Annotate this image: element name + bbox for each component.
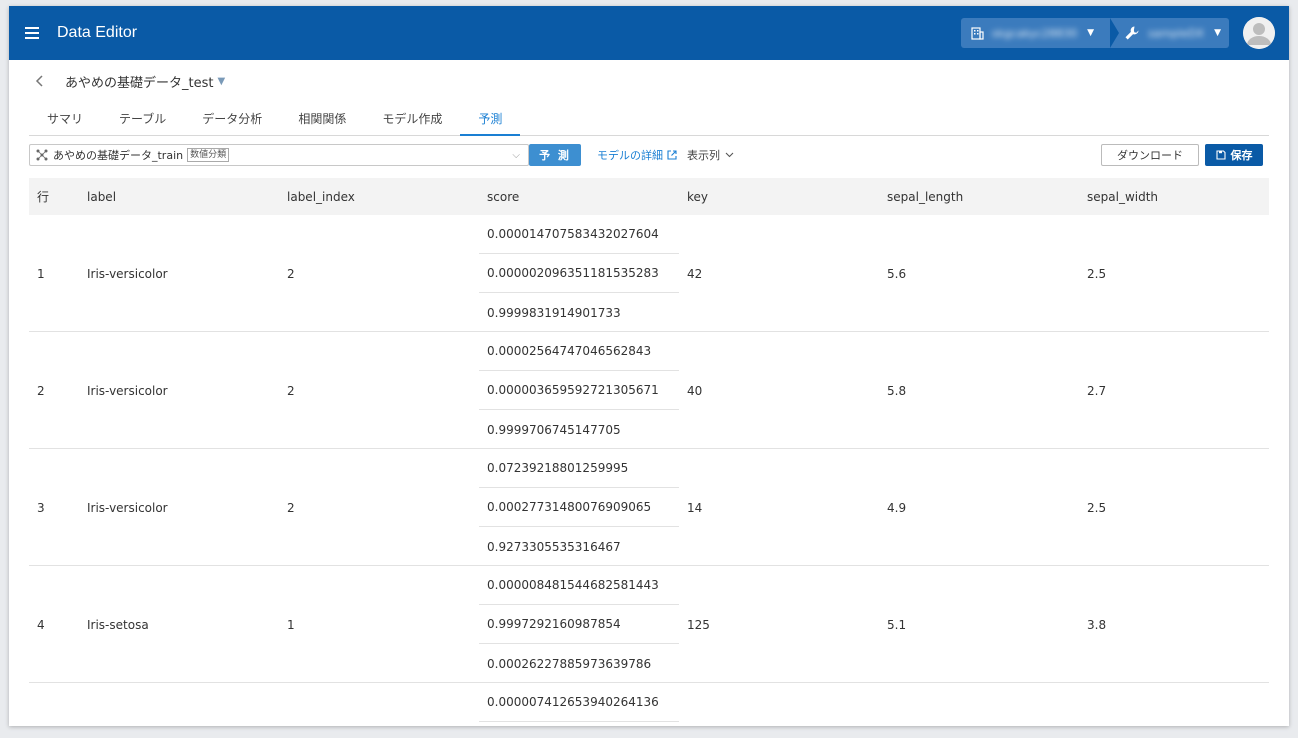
score-cell: 0.00002564747046562843 0.000003659592721… (479, 332, 679, 449)
dataset-title[interactable]: あやめの基礎データ_test (65, 72, 213, 91)
score-value: 0.9999831914901733 (487, 305, 621, 320)
tab-model-creation[interactable]: モデル作成 (364, 102, 460, 135)
project-selector[interactable]: sampleDX ▼ (1110, 18, 1229, 48)
label-cell: Iris-versicolor (87, 383, 168, 398)
sepal-length-cell: 5.1 (887, 617, 907, 632)
header-label-index[interactable]: label_index (287, 190, 355, 204)
floppy-disk-icon (1215, 150, 1226, 160)
model-detail-link[interactable]: モデルの詳細 (597, 147, 677, 163)
table-row[interactable]: 4 Iris-setosa 1 0.000008481544682581443 … (29, 566, 1269, 683)
table-row[interactable]: 0.0000074126539402641​36 (29, 683, 1269, 726)
app-header: Data Editor skgcakyc28830 ▼ sampleDX ▼ (9, 6, 1289, 60)
score-cell: 0.0000074126539402641​36 (479, 683, 679, 722)
score-value: 0.9273305535316467 (487, 539, 621, 554)
label-index-cell: 1 (287, 617, 295, 632)
tab-summary[interactable]: サマリ (29, 102, 101, 135)
score-value: 0.0000074126539402641​36 (479, 683, 679, 722)
save-label: 保存 (1230, 149, 1253, 162)
tab-table[interactable]: テーブル (101, 102, 184, 135)
header-score[interactable]: score (487, 190, 519, 204)
sepal-length-cell: 5.8 (887, 383, 907, 398)
tab-data-analysis[interactable]: データ分析 (184, 102, 280, 135)
label-index-cell: 2 (287, 266, 295, 281)
label-cell: Iris-versicolor (87, 266, 168, 281)
organization-name: skgcakyc28830 (991, 26, 1078, 40)
table-row[interactable]: 2 Iris-versicolor 2 0.000025647470465628… (29, 332, 1269, 449)
building-icon (971, 26, 984, 40)
tab-prediction[interactable]: 予測 (460, 102, 521, 136)
row-number: 2 (37, 383, 45, 398)
score-value: 0.000003659592721305671 (479, 371, 679, 410)
model-network-icon (36, 149, 48, 161)
score-value: 0.00026227885973639786 (487, 656, 652, 671)
model-select[interactable]: あやめの基礎データ_train 数値分類 ⌵ (29, 144, 529, 166)
row-number: 4 (37, 617, 45, 632)
score-value: 0.000002096351181535283 (479, 254, 679, 293)
row-number: 1 (37, 266, 45, 281)
tab-correlation[interactable]: 相関関係 (280, 102, 364, 135)
score-value: 0.000014707583432027604 (479, 215, 679, 254)
header-sepal-width[interactable]: sepal_width (1087, 190, 1158, 204)
tab-bar: サマリ テーブル データ分析 相関関係 モデル作成 予測 (29, 102, 1269, 136)
score-value: 0.00002564747046562843 (479, 332, 679, 371)
model-name: あやめの基礎データ_train (53, 149, 184, 162)
header-key[interactable]: key (687, 190, 708, 204)
score-value: 0.07239218801259995 (479, 449, 679, 488)
key-cell: 125 (687, 617, 710, 632)
breadcrumb: あやめの基礎データ_test ▼ (9, 60, 1289, 102)
project-name: sampleDX (1148, 26, 1205, 40)
predict-button[interactable]: 予 測 (529, 144, 581, 166)
app-window: Data Editor skgcakyc28830 ▼ sampleDX ▼ あ… (9, 6, 1289, 726)
score-value: 0.9999706745147705 (487, 422, 621, 437)
back-chevron-icon[interactable] (35, 74, 49, 88)
key-cell: 14 (687, 500, 703, 515)
prediction-toolbar: あやめの基礎データ_train 数値分類 ⌵ 予 測 モデルの詳細 表示列 ダウ… (9, 136, 1289, 174)
sepal-width-cell: 2.5 (1087, 500, 1107, 515)
score-value: 0.000008481544682581443 (479, 566, 679, 605)
wrench-icon (1125, 26, 1139, 40)
score-value: 0.9997292160987854 (479, 605, 679, 644)
prediction-table: 行 label label_index score key sepal_leng… (29, 178, 1269, 726)
table-header: 行 label label_index score key sepal_leng… (29, 178, 1269, 215)
score-cell: 0.000014707583432027604 0.00000209635118… (479, 215, 679, 332)
chevron-down-icon: ⌵ (512, 149, 520, 161)
user-avatar[interactable] (1243, 17, 1275, 49)
model-type-tag: 数値分類 (187, 148, 230, 162)
table-row[interactable]: 3 Iris-versicolor 2 0.07239218801259995 … (29, 449, 1269, 566)
score-value: 0.00027731480076909065 (479, 488, 679, 527)
columns-dropdown[interactable]: 表示列 (687, 147, 734, 163)
row-number: 3 (37, 500, 45, 515)
organization-selector[interactable]: skgcakyc28830 ▼ (960, 18, 1120, 48)
key-cell: 42 (687, 266, 703, 281)
caret-down-icon: ▼ (1214, 28, 1221, 38)
columns-label: 表示列 (687, 149, 720, 162)
header-row[interactable]: 行 (37, 188, 49, 205)
score-cell: 0.07239218801259995 0.000277314800769090… (479, 449, 679, 566)
save-button[interactable]: 保存 (1205, 144, 1263, 166)
label-cell: Iris-versicolor (87, 500, 168, 515)
app-title: Data Editor (57, 24, 138, 41)
sepal-width-cell: 3.8 (1087, 617, 1107, 632)
sepal-length-cell: 5.6 (887, 266, 907, 281)
hamburger-menu-icon[interactable] (9, 6, 57, 60)
table-row[interactable]: 1 Iris-versicolor 2 0.000014707583432027… (29, 215, 1269, 332)
sepal-length-cell: 4.9 (887, 500, 907, 515)
caret-down-icon[interactable]: ▼ (217, 76, 225, 87)
key-cell: 40 (687, 383, 703, 398)
download-button[interactable]: ダウンロード (1101, 144, 1199, 166)
external-link-icon (667, 150, 677, 160)
model-detail-label: モデルの詳細 (597, 149, 663, 162)
score-cell: 0.000008481544682581443 0.99972921609878… (479, 566, 679, 683)
label-cell: Iris-setosa (87, 617, 149, 632)
caret-down-icon: ▼ (1087, 28, 1095, 38)
chevron-down-icon (725, 152, 734, 158)
header-label[interactable]: label (87, 190, 116, 204)
label-index-cell: 2 (287, 383, 295, 398)
sepal-width-cell: 2.5 (1087, 266, 1107, 281)
sepal-width-cell: 2.7 (1087, 383, 1107, 398)
header-sepal-length[interactable]: sepal_length (887, 190, 963, 204)
label-index-cell: 2 (287, 500, 295, 515)
